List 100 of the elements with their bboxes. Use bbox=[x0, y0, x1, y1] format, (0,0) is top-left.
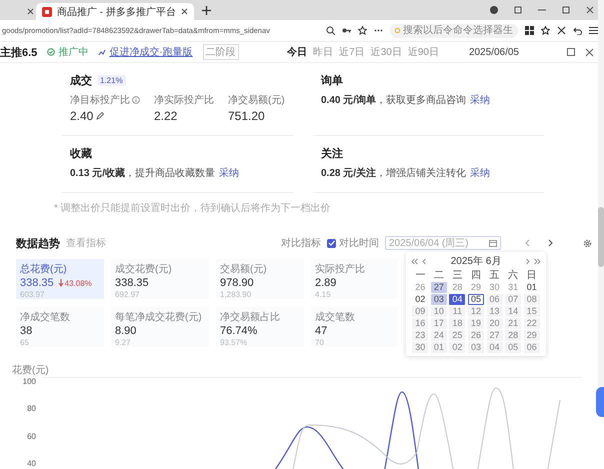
plus-icon[interactable] bbox=[202, 6, 211, 14]
calendar-day[interactable]: 30 bbox=[486, 282, 503, 293]
close-icon[interactable] bbox=[585, 48, 594, 56]
calendar-day: 02 bbox=[449, 342, 466, 353]
calendar-day: 11 bbox=[449, 306, 466, 317]
browser-tab[interactable]: 商品推广 - 拼多多推广平台 bbox=[36, 3, 194, 20]
calendar-day[interactable]: 28 bbox=[449, 282, 466, 293]
apps-grid-icon[interactable] bbox=[525, 26, 534, 35]
calendar-day: 15 bbox=[524, 306, 540, 317]
metric-card[interactable]: 净成交笔数 38 65 bbox=[16, 307, 104, 347]
calendar-day: 20 bbox=[486, 318, 503, 329]
section-title: 收藏 bbox=[70, 146, 92, 161]
calendar-day[interactable]: 27 bbox=[430, 282, 447, 293]
bid-text: 0.28 元/关注，增强店铺关注转化 bbox=[321, 166, 466, 180]
range-tab[interactable]: 近30日 bbox=[370, 45, 402, 59]
expand-icon[interactable] bbox=[567, 48, 575, 56]
calendar-day: 14 bbox=[505, 306, 522, 317]
previous-value: 692.97 bbox=[115, 290, 140, 299]
double-chevron-left-icon[interactable] bbox=[411, 258, 418, 264]
calendar-day: 28 bbox=[505, 330, 522, 341]
star-icon[interactable] bbox=[358, 26, 367, 35]
metric-label: 实际投产比 bbox=[315, 262, 366, 276]
calendar-day[interactable]: 03 bbox=[430, 294, 447, 305]
range-tab[interactable]: 昨日 bbox=[313, 45, 334, 59]
metric-card[interactable]: 实际投产比 2.89 4.15 bbox=[311, 259, 397, 299]
metric-label: 净目标投产比 bbox=[70, 94, 130, 107]
calendar-title: 2025年 6月 bbox=[450, 255, 502, 268]
axis-title: 花费(元) bbox=[12, 364, 49, 377]
axis-tick-label: 40 bbox=[26, 458, 36, 468]
calendar-day: 04 bbox=[486, 342, 503, 353]
metric-label: 净交易额占比 bbox=[220, 310, 281, 324]
scrollbar-thumb[interactable] bbox=[598, 207, 604, 267]
calendar-day[interactable]: 02 bbox=[412, 294, 428, 305]
status-check-icon bbox=[47, 48, 56, 56]
calendar-day: 18 bbox=[449, 318, 466, 329]
previous-value: 65 bbox=[20, 338, 30, 347]
bid-text: 0.40 元/询单，获取更多商品咨询 bbox=[321, 94, 466, 107]
calendar-day[interactable]: 04 bbox=[449, 294, 466, 305]
compare-time-checkbox[interactable]: 对比时间 bbox=[327, 236, 379, 250]
chevron-right-icon[interactable] bbox=[548, 239, 553, 247]
calendar-day[interactable]: 29 bbox=[468, 282, 484, 293]
undo-icon[interactable] bbox=[573, 26, 582, 35]
metric-value: 338.35 bbox=[115, 277, 149, 289]
key-icon[interactable] bbox=[342, 26, 351, 35]
adopt-link[interactable]: 采纳 bbox=[219, 166, 240, 180]
range-tab[interactable]: 近90日 bbox=[408, 45, 439, 59]
range-tab[interactable]: 近7日 bbox=[339, 45, 365, 59]
double-chevron-right-icon[interactable] bbox=[534, 258, 541, 264]
metric-label: 净实际投产比 bbox=[154, 94, 214, 107]
metric-label: 成交笔数 bbox=[315, 310, 356, 324]
profile-icon[interactable] bbox=[490, 6, 498, 14]
calendar-day: 12 bbox=[468, 306, 484, 317]
metric-card[interactable]: 交易额(元) 978.90 1,283.90 bbox=[216, 259, 304, 299]
close-icon[interactable] bbox=[27, 8, 34, 15]
metric-value: 338.35 bbox=[20, 277, 54, 289]
edit-pencil-icon[interactable] bbox=[96, 112, 104, 120]
browser-logo-icon bbox=[395, 27, 400, 34]
calendar-day: 03 bbox=[468, 342, 484, 353]
previous-value: 4.15 bbox=[315, 290, 332, 299]
checkbox[interactable] bbox=[327, 238, 336, 248]
calendar-day: 05 bbox=[505, 342, 522, 353]
metric-label: 每笔净成交花费(元) bbox=[115, 310, 203, 324]
metric-card[interactable]: 每笔净成交花费(元) 8.90 9.27 bbox=[111, 307, 209, 347]
chevron-left-icon[interactable] bbox=[422, 258, 426, 264]
calendar-day: 19 bbox=[468, 318, 484, 329]
metric-label: 总花费(元) bbox=[20, 262, 68, 276]
calendar-day[interactable]: 31 bbox=[505, 282, 522, 293]
weekday-label: 二 bbox=[434, 270, 444, 281]
calendar-day[interactable]: 26 bbox=[412, 282, 428, 293]
section-title: 询单 bbox=[321, 74, 343, 88]
zoom-icon[interactable] bbox=[326, 26, 335, 35]
range-tab[interactable]: 今日 bbox=[287, 45, 308, 59]
calendar-day[interactable]: 01 bbox=[524, 282, 540, 293]
adopt-link[interactable]: 采纳 bbox=[470, 93, 490, 107]
calendar-day: 01 bbox=[430, 342, 447, 353]
maximize-icon[interactable] bbox=[562, 6, 570, 14]
compare-metric-link[interactable]: 对比指标 bbox=[281, 236, 321, 250]
close-icon[interactable] bbox=[586, 6, 594, 14]
metric-value: 76.74% bbox=[220, 325, 258, 337]
close-icon[interactable] bbox=[180, 8, 188, 15]
metric-value: 8.90 bbox=[115, 325, 136, 337]
calendar-day: 24 bbox=[430, 330, 447, 341]
metric-value: 751.20 bbox=[228, 109, 265, 123]
date-label: 2025/06/05 bbox=[468, 46, 519, 58]
campaign-title: 主推6.5 bbox=[0, 46, 38, 60]
search-field[interactable]: 搜索以后令命令选择器生 bbox=[390, 24, 518, 38]
metric-card[interactable]: 成交花费(元) 338.35 692.97 bbox=[111, 259, 209, 299]
adopt-link[interactable]: 采纳 bbox=[470, 166, 490, 180]
calendar-day[interactable]: 05 bbox=[468, 294, 484, 305]
menu-icon[interactable] bbox=[589, 26, 598, 35]
metric-card[interactable]: 成交笔数 47 70 bbox=[311, 307, 397, 347]
calendar-day: 23 bbox=[412, 330, 428, 341]
calendar-day: 30 bbox=[412, 342, 428, 353]
metric-card[interactable]: 净交易额占比 76.74% 93.57% bbox=[216, 307, 304, 347]
favorites-icon[interactable] bbox=[541, 26, 550, 35]
bid-text: 0.13 元/收藏，提升商品收藏数量 bbox=[70, 166, 216, 180]
calendar-day: 17 bbox=[430, 318, 447, 329]
metric-card[interactable]: 总花费(元) 338.35 43.08% 603.97 bbox=[16, 259, 104, 299]
axis-tick-label: 80 bbox=[26, 404, 36, 414]
settings-icon[interactable] bbox=[583, 238, 592, 248]
